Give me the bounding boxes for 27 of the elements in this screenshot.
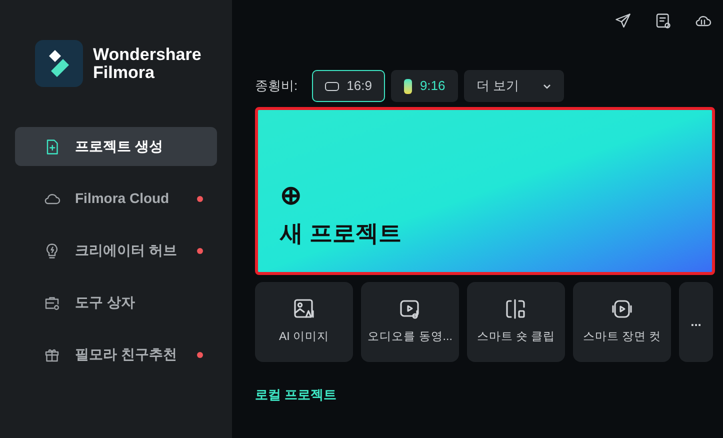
tool-card[interactable]: 스마트 장면 컷 [573, 282, 671, 362]
more-dropdown[interactable]: 더 보기 [464, 70, 564, 102]
video-music-icon [398, 297, 422, 322]
task-list-icon[interactable] [654, 12, 672, 30]
tool-card[interactable]: AI 이미지 [255, 282, 353, 362]
more-tools-button[interactable]: ... [679, 282, 713, 362]
landscape-icon [324, 82, 339, 90]
tool-card[interactable]: 오디오를 동영... [361, 282, 459, 362]
sidebar-item[interactable]: 프로젝트 생성 [15, 127, 217, 166]
sidebar-item[interactable]: Filmora Cloud [15, 179, 217, 218]
logo-icon [35, 40, 83, 87]
sidebar-item[interactable]: 크리에이터 허브 [15, 231, 217, 270]
sidebar-item[interactable]: 도구 상자 [15, 283, 217, 322]
aspect-option[interactable]: 16:9 [312, 70, 385, 102]
new-project-label: 새 프로젝트 [280, 218, 402, 248]
portrait-icon [404, 78, 412, 94]
tool-card[interactable]: 스마트 숏 클립 [467, 282, 565, 362]
aspect-ratio-label: 종횡비: [255, 77, 298, 96]
new-project-card[interactable]: ⊕ 새 프로젝트 [255, 107, 715, 275]
plus-icon: ⊕ [280, 182, 302, 208]
send-icon[interactable] [614, 12, 632, 30]
split-frame-icon [504, 297, 528, 322]
sidebar-item[interactable]: 필모라 친구추천 [15, 335, 217, 374]
section-title: 로컬 프로젝트 [255, 386, 338, 404]
brand-name: Wondershare [93, 46, 202, 64]
brand-name: Filmora [93, 64, 156, 82]
aspect-option[interactable]: 9:16 [390, 70, 458, 102]
